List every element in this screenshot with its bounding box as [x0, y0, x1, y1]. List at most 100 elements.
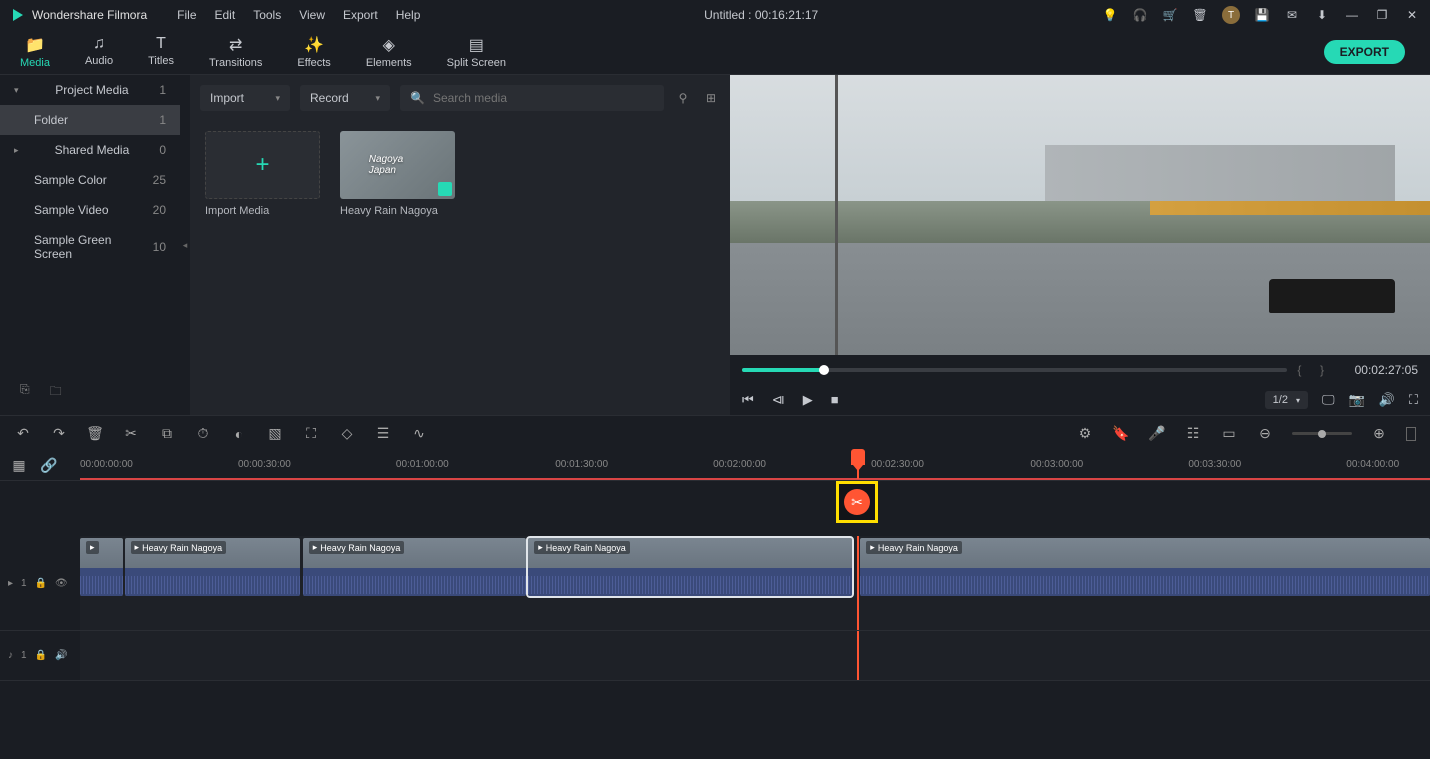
menu-edit[interactable]: Edit — [215, 8, 236, 22]
sidebar-shared-media[interactable]: Shared Media 0 — [0, 135, 180, 165]
zoom-in-icon[interactable]: ⊕ — [1370, 425, 1388, 442]
audio-track-content[interactable] — [80, 631, 1430, 680]
close-icon[interactable]: ✕ — [1404, 7, 1420, 23]
transitions-icon: ⇄ — [229, 35, 242, 55]
cut-icon[interactable]: ✂ — [122, 425, 140, 442]
user-avatar[interactable]: T — [1222, 6, 1240, 24]
tab-split-screen[interactable]: ▤ Split Screen — [447, 35, 506, 69]
collapse-sidebar[interactable] — [180, 75, 190, 415]
clip-2[interactable]: ▸Heavy Rain Nagoya — [125, 538, 301, 596]
sidebar-sample-green-screen[interactable]: Sample Green Screen 10 — [0, 225, 180, 269]
record-dropdown[interactable]: Record ▾ — [300, 85, 390, 111]
lightbulb-icon[interactable]: 💡 — [1102, 7, 1118, 23]
crop-icon[interactable]: ⧉ — [158, 425, 176, 442]
tab-transitions[interactable]: ⇄ Transitions — [209, 35, 262, 69]
menu-help[interactable]: Help — [396, 8, 421, 22]
green-screen-icon[interactable]: ▧ — [266, 425, 284, 442]
mute-icon[interactable]: 🔊 — [55, 650, 67, 661]
timeline-settings-icon[interactable]: ▦ — [10, 457, 28, 474]
step-back-button[interactable]: ⧏ — [772, 392, 785, 408]
preview-progress[interactable] — [742, 368, 1287, 372]
play-icon: ▸ — [135, 542, 140, 553]
search-media[interactable]: 🔍 — [400, 85, 664, 111]
cart-icon[interactable]: 🛒 — [1162, 7, 1178, 23]
sidebar-folder[interactable]: Folder 1 — [0, 105, 180, 135]
minimize-icon[interactable]: — — [1344, 7, 1360, 23]
tab-effects[interactable]: ✨ Effects — [297, 35, 330, 69]
speed-icon[interactable]: ⏱ — [194, 425, 212, 442]
snapshot-icon[interactable]: 📷 — [1349, 392, 1365, 408]
clip-1[interactable]: ▸ — [80, 538, 123, 596]
export-button[interactable]: EXPORT — [1324, 40, 1405, 64]
clip-3[interactable]: ▸Heavy Rain Nagoya — [303, 538, 526, 596]
grid-view-icon[interactable]: ⊞ — [702, 91, 720, 105]
menu-view[interactable]: View — [299, 8, 325, 22]
playhead[interactable] — [857, 451, 859, 479]
lock-icon[interactable]: 🔒 — [35, 650, 47, 661]
tab-elements[interactable]: ◈ Elements — [366, 35, 412, 69]
prev-frame-button[interactable]: ⏮ — [742, 392, 754, 408]
play-button[interactable]: ▶ — [803, 392, 813, 408]
chevron-down-icon: ▾ — [375, 93, 380, 104]
preview-ratio-select[interactable]: 1/2 ▾ — [1265, 391, 1308, 409]
folder-plain-icon[interactable]: 🗀 — [50, 382, 62, 403]
marker-icon[interactable]: 🔖 — [1112, 425, 1130, 442]
progress-thumb[interactable] — [819, 365, 829, 375]
link-icon[interactable]: 🔗 — [40, 457, 58, 474]
ruler-mark: 00:02:00:00 — [713, 459, 766, 470]
preview-viewport[interactable] — [730, 75, 1430, 355]
stop-button[interactable]: ■ — [831, 392, 839, 408]
media-clip-nagoya[interactable]: Nagoya Japan Heavy Rain Nagoya — [340, 131, 455, 217]
mic-icon[interactable]: 🎤 — [1148, 425, 1166, 442]
search-input[interactable] — [433, 91, 654, 105]
eye-icon[interactable]: 👁 — [55, 578, 68, 589]
mixer-icon[interactable]: ☷ — [1184, 425, 1202, 442]
adjust-icon[interactable]: ☰ — [374, 425, 392, 442]
tab-audio[interactable]: ♫ Audio — [85, 35, 113, 69]
mail-icon[interactable]: ✉ — [1284, 7, 1300, 23]
video-track-content[interactable]: ▸ ▸Heavy Rain Nagoya ▸Heavy Rain Nagoya … — [80, 536, 1430, 630]
marker-settings-icon[interactable]: ⚙ — [1076, 425, 1094, 442]
sidebar-sample-video[interactable]: Sample Video 20 — [0, 195, 180, 225]
render-icon[interactable]: ⛶ — [302, 425, 320, 442]
menu-file[interactable]: File — [177, 8, 196, 22]
tab-media[interactable]: 📁 Media — [20, 35, 50, 69]
timeline-ruler[interactable]: ▦ 🔗 00:00:00:00 00:00:30:00 00:01:00:00 … — [0, 451, 1430, 481]
save-icon[interactable]: 💾 — [1254, 7, 1270, 23]
cut-marker-highlight[interactable]: ✂ — [836, 481, 878, 523]
volume-icon[interactable]: 🔊 — [1379, 392, 1395, 408]
color-icon[interactable]: ◐ — [230, 426, 248, 442]
menu-tools[interactable]: Tools — [253, 8, 281, 22]
titlebar: Wondershare Filmora File Edit Tools View… — [0, 0, 1430, 30]
clip-5[interactable]: ▸Heavy Rain Nagoya — [860, 538, 1430, 596]
import-dropdown[interactable]: Import ▾ — [200, 85, 290, 111]
video-track-header: ▸ 1 🔒 👁 — [0, 536, 80, 630]
import-media-tile[interactable]: + Import Media — [205, 131, 320, 217]
trash-icon[interactable]: 🗑 — [1192, 7, 1208, 23]
zoom-slider[interactable] — [1292, 432, 1352, 435]
zoom-out-icon[interactable]: ⊖ — [1256, 425, 1274, 442]
filter-icon[interactable]: ⚲ — [674, 91, 692, 105]
clip-4-selected[interactable]: ▸Heavy Rain Nagoya — [528, 538, 852, 596]
fullscreen-icon[interactable]: ⛶ — [1409, 392, 1418, 408]
undo-icon[interactable]: ↶ — [14, 425, 32, 442]
mark-brackets[interactable]: { } — [1297, 363, 1328, 377]
zoom-fit-icon[interactable] — [1406, 427, 1416, 441]
tab-titles[interactable]: T Titles — [148, 35, 174, 69]
new-folder-icon[interactable]: ⎘ — [20, 382, 30, 403]
keyframe-icon[interactable]: ◇ — [338, 425, 356, 442]
maximize-icon[interactable]: ❐ — [1374, 7, 1390, 23]
menu-export[interactable]: Export — [343, 8, 378, 22]
download-icon[interactable]: ⬇ — [1314, 7, 1330, 23]
sidebar-project-media[interactable]: Project Media 1 — [0, 75, 180, 105]
sidebar-sample-color[interactable]: Sample Color 25 — [0, 165, 180, 195]
delete-icon[interactable]: 🗑 — [86, 425, 104, 442]
display-icon[interactable]: 🖵 — [1322, 392, 1335, 408]
audio-icon[interactable]: ∿ — [410, 425, 428, 442]
playhead-handle[interactable] — [851, 449, 865, 465]
snap-icon[interactable]: ▭ — [1220, 425, 1238, 442]
ruler-mark: 00:04:00:00 — [1346, 459, 1399, 470]
headset-icon[interactable]: 🎧 — [1132, 7, 1148, 23]
redo-icon[interactable]: ↷ — [50, 425, 68, 442]
lock-icon[interactable]: 🔒 — [35, 578, 47, 589]
